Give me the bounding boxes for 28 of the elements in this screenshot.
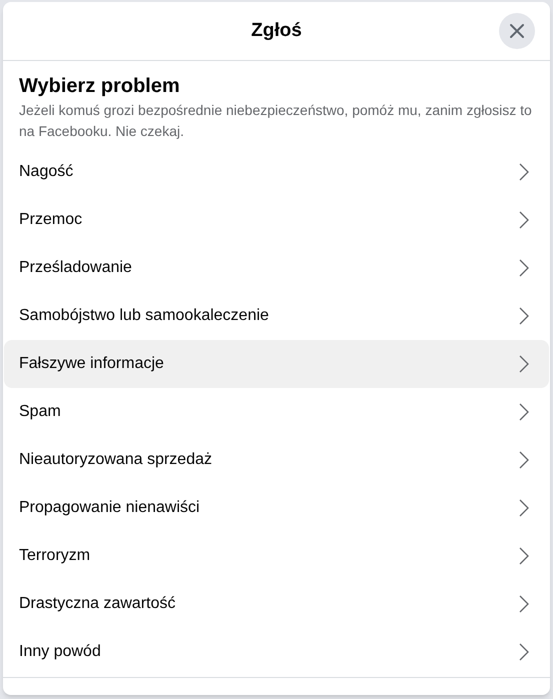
- chevron-right-icon: [519, 259, 529, 277]
- menu-item-label: Przemoc: [19, 210, 82, 230]
- dialog-title: Zgłoś: [251, 18, 302, 43]
- menu-item-label: Nieautoryzowana sprzedaż: [19, 450, 212, 470]
- menu-item-label: Inny powód: [19, 642, 101, 662]
- menu-item-label: Nagość: [19, 162, 74, 182]
- close-button[interactable]: [499, 13, 535, 49]
- menu-item-label: Drastyczna zawartość: [19, 594, 176, 614]
- menu-item[interactable]: Fałszywe informacje: [4, 340, 549, 388]
- menu-item-label: Propagowanie nienawiści: [19, 498, 200, 518]
- chevron-right-icon: [519, 595, 529, 613]
- close-icon: [509, 23, 525, 39]
- chevron-right-icon: [519, 643, 529, 661]
- chevron-right-icon: [519, 499, 529, 517]
- chevron-right-icon: [519, 211, 529, 229]
- chevron-right-icon: [519, 355, 529, 373]
- chevron-right-icon: [519, 451, 529, 469]
- chevron-right-icon: [519, 307, 529, 325]
- chevron-right-icon: [519, 403, 529, 421]
- menu-item-label: Spam: [19, 402, 61, 422]
- section-heading: Wybierz problem: [19, 74, 181, 98]
- chevron-right-icon: [519, 163, 529, 181]
- menu-item-label: Fałszywe informacje: [19, 354, 164, 374]
- menu-item-label: Terroryzm: [19, 546, 90, 566]
- menu-item-label: Prześladowanie: [19, 258, 132, 278]
- menu-item-label: Samobójstwo lub samookaleczenie: [19, 306, 269, 326]
- chevron-right-icon: [519, 547, 529, 565]
- section-description: Jeżeli komuś grozi bezpośrednie niebezpieczeństwo, pomóż mu, zanim zgłosisz to na Facebooku. Nie czekaj.: [19, 101, 533, 141]
